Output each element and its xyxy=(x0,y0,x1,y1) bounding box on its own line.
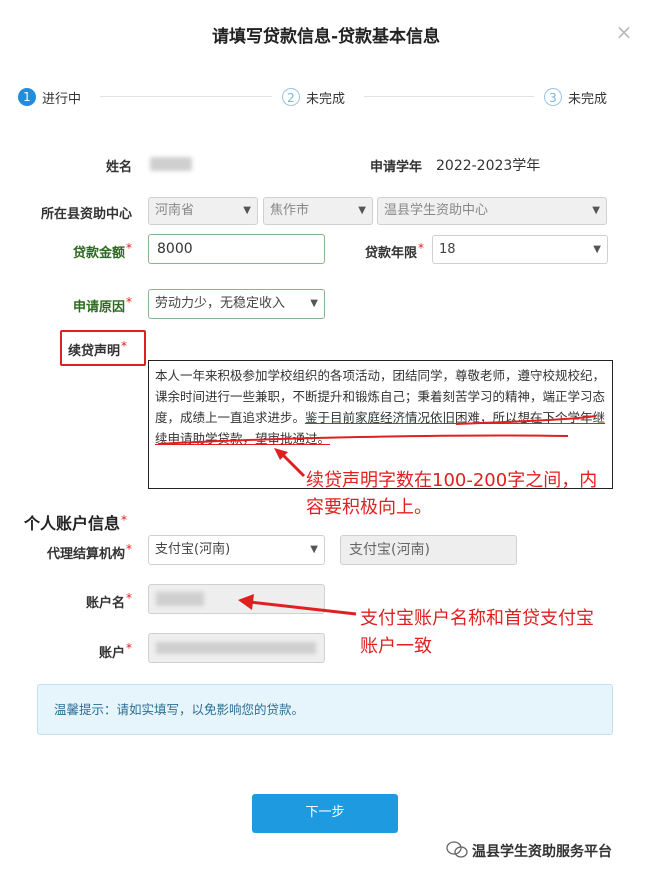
name-value-blurred xyxy=(150,157,192,171)
step-1-label: 进行中 xyxy=(42,92,82,107)
step-connector xyxy=(100,96,272,97)
step-connector xyxy=(364,96,534,97)
account-name-label: 账户名* xyxy=(85,591,132,611)
statement-annotation-line1: 续贷声明字数在100-200字之间，内 xyxy=(306,470,598,491)
province-select[interactable]: 河南省 ▼ xyxy=(148,197,258,225)
center-label: 所在县资助中心 xyxy=(40,207,132,222)
agency-label: 代理结算机构* xyxy=(46,542,132,562)
statement-underline-mark xyxy=(157,415,597,445)
amount-label: 贷款金额* xyxy=(72,241,132,261)
chevron-down-icon: ▼ xyxy=(243,205,251,216)
warm-tip-notice: 温馨提示：请如实填写，以免影响您的贷款。 xyxy=(37,684,613,735)
chevron-down-icon: ▼ xyxy=(592,205,600,216)
term-label: 贷款年限* xyxy=(364,241,424,261)
chevron-down-icon: ▼ xyxy=(310,544,318,555)
annotation-arrow-icon xyxy=(238,594,357,616)
chevron-down-icon: ▼ xyxy=(310,298,318,309)
year-value: 2022-2023学年 xyxy=(436,158,541,174)
chevron-down-icon: ▼ xyxy=(358,205,366,216)
chevron-down-icon: ▼ xyxy=(593,244,601,255)
name-label: 姓名 xyxy=(105,160,132,175)
wechat-icon xyxy=(446,841,468,858)
watermark-text: 温县学生资助服务平台 xyxy=(472,844,612,860)
account-number-blurred xyxy=(156,642,316,654)
account-annotation-line2: 账户一致 xyxy=(360,636,432,657)
step-2-indicator: 2 xyxy=(282,88,300,106)
step-3-indicator: 3 xyxy=(544,88,562,106)
step-3-label: 未完成 xyxy=(568,92,608,107)
account-label: 账户* xyxy=(98,641,132,661)
statement-label: 续贷声明* xyxy=(68,339,128,359)
next-step-button[interactable]: 下一步 xyxy=(252,794,398,833)
dialog-title: 请填写贷款信息-贷款基本信息 xyxy=(211,27,441,47)
agency-select[interactable]: 支付宝(河南) ▼ xyxy=(148,535,325,565)
annotation-arrow-icon xyxy=(274,448,306,478)
amount-input[interactable]: 8000 xyxy=(148,234,325,264)
step-1-indicator: 1 xyxy=(18,88,36,106)
account-section-title: 个人账户信息* xyxy=(24,513,128,533)
term-select[interactable]: 18 ▼ xyxy=(432,235,608,264)
year-label: 申请学年 xyxy=(369,160,422,175)
city-select[interactable]: 焦作市 ▼ xyxy=(263,197,373,225)
agency-display-field: 支付宝(河南) xyxy=(340,535,517,565)
reason-label: 申请原因* xyxy=(72,295,132,315)
account-name-blurred xyxy=(156,592,204,606)
close-icon[interactable]: × xyxy=(614,20,634,44)
statement-annotation-line2: 容要积极向上。 xyxy=(306,497,432,518)
account-annotation-line1: 支付宝账户名称和首贷支付宝 xyxy=(360,608,594,629)
center-select[interactable]: 温县学生资助中心 ▼ xyxy=(377,197,607,225)
reason-select[interactable]: 劳动力少，无稳定收入 ▼ xyxy=(148,289,325,319)
step-2-label: 未完成 xyxy=(306,92,346,107)
